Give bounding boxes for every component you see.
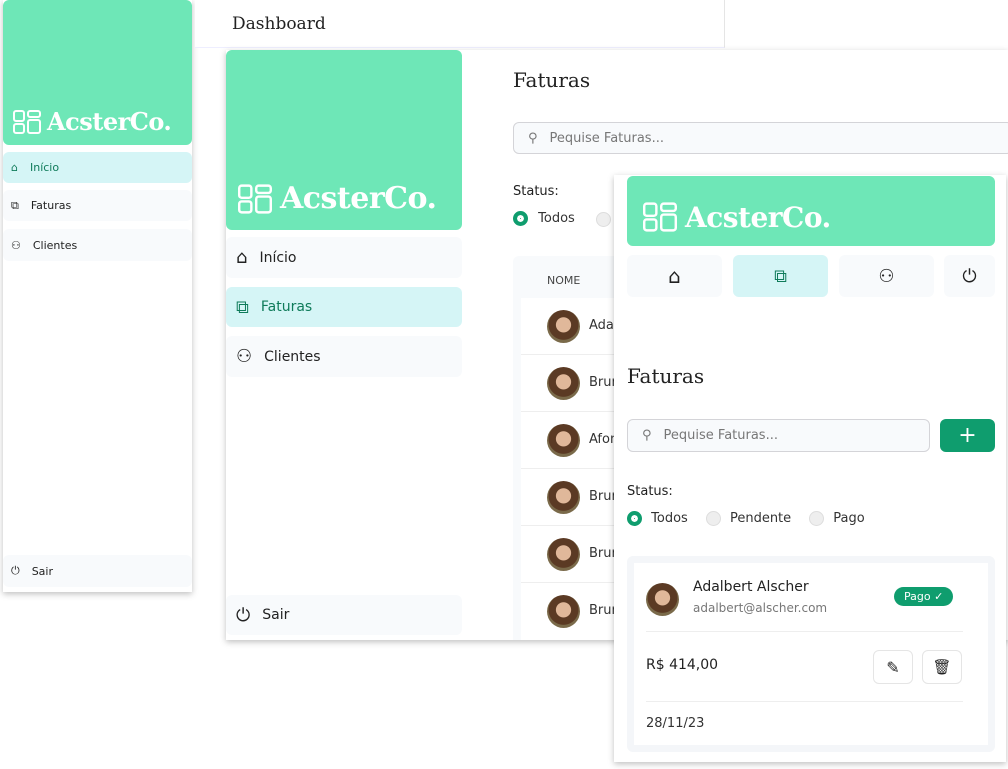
table-row[interactable]: Bruna: [521, 355, 628, 412]
check-icon: ✓: [934, 590, 944, 603]
client-name: Adalbert Alscher: [693, 579, 809, 595]
documents-icon: ⧉: [236, 296, 249, 318]
radio-icon: [627, 511, 642, 526]
documents-icon: ⧉: [11, 198, 19, 212]
nav-clientes-button[interactable]: ⚇: [839, 255, 934, 297]
radio-icon: [513, 211, 528, 226]
radio-icon: [809, 511, 825, 526]
nav-faturas-button[interactable]: ⧉: [733, 255, 828, 297]
status-radio-pendente[interactable]: Pendente: [705, 511, 791, 526]
plus-icon: +: [958, 423, 977, 448]
users-icon: ⚇: [878, 265, 895, 287]
invoice-card[interactable]: Adalbert Alscher adalbert@alscher.com Pa…: [627, 556, 995, 752]
status-radio-pendente[interactable]: [596, 212, 611, 227]
page-title: Faturas: [513, 68, 591, 92]
logo-icon: [13, 110, 41, 134]
status-radio-pago[interactable]: Pago: [809, 511, 865, 526]
pencil-icon: ✎: [886, 657, 900, 677]
trash-icon: 🗑: [932, 658, 952, 676]
status-badge: Pago ✓: [894, 587, 954, 606]
search-input[interactable]: ⚲ Pequise Faturas...: [627, 419, 930, 452]
sidebar-item-sair[interactable]: ⏻ Sair: [3, 555, 192, 587]
divider: [646, 631, 963, 632]
home-icon: ⌂: [11, 161, 18, 174]
invoice-date: 28/11/23: [646, 716, 705, 731]
add-invoice-button[interactable]: +: [940, 419, 995, 452]
sidebar-item-sair[interactable]: ⏻ Sair: [226, 595, 462, 635]
mobile-panel: AcsterCo. ⌂ ⧉ ⚇ ⏻ Faturas ⚲ Pequise Fatur…: [614, 175, 1006, 762]
status-radio-todos[interactable]: Todos: [627, 511, 688, 526]
table-row[interactable]: Bruna: [521, 583, 628, 640]
sidebar-item-faturas[interactable]: ⧉ Faturas: [226, 287, 462, 327]
status-label: Status:: [513, 184, 559, 199]
documents-icon: ⧉: [774, 265, 787, 287]
header-title: Dashboard: [232, 14, 326, 34]
delete-button[interactable]: 🗑: [922, 650, 962, 684]
client-email: adalbert@alscher.com: [693, 601, 828, 615]
logo-icon: [643, 202, 677, 232]
sidebar-item-clientes[interactable]: ⚇ Clientes: [226, 336, 462, 377]
nav-sair-button[interactable]: ⏻: [944, 255, 995, 297]
logo-icon: [238, 184, 272, 214]
divider: [646, 701, 963, 702]
status-radio-todos[interactable]: Todos: [513, 211, 575, 226]
avatar: [547, 367, 580, 400]
avatar: [547, 595, 580, 628]
search-icon: ⚲: [642, 428, 652, 443]
header-bar: Dashboard: [195, 0, 725, 48]
brand-logo: AcsterCo.: [3, 0, 192, 145]
sidebar-item-faturas[interactable]: ⧉ Faturas: [3, 190, 192, 221]
users-icon: ⚇: [11, 238, 21, 252]
search-icon: ⚲: [528, 130, 538, 146]
column-header-nome: NOME: [547, 274, 581, 287]
home-icon: ⌂: [668, 264, 681, 288]
edit-button[interactable]: ✎: [873, 650, 913, 684]
radio-icon: [705, 511, 721, 526]
brand-logo: AcsterCo.: [226, 50, 462, 230]
invoice-amount: R$ 414,00: [646, 657, 719, 673]
avatar: [547, 310, 580, 343]
avatar: [547, 424, 580, 457]
sidebar-item-inicio[interactable]: ⌂ Início: [3, 152, 192, 183]
table-row[interactable]: Afonso: [521, 412, 633, 469]
page-title: Faturas: [627, 364, 705, 388]
users-icon: ⚇: [236, 346, 253, 367]
table-row[interactable]: Bruna: [521, 526, 628, 583]
table-row[interactable]: Adalbert: [521, 298, 644, 355]
sidebar-item-inicio[interactable]: ⌂ Início: [226, 237, 462, 278]
home-icon: ⌂: [236, 247, 248, 268]
sidebar-item-clientes[interactable]: ⚇ Clientes: [3, 229, 192, 261]
status-radio-group: Todos Pendente Pago: [627, 511, 865, 526]
power-icon: ⏻: [236, 604, 251, 626]
power-icon: ⏻: [962, 265, 977, 287]
brand-logo: AcsterCo.: [627, 176, 995, 246]
avatar: [646, 583, 679, 616]
avatar: [547, 481, 580, 514]
power-icon: ⏻: [11, 564, 20, 577]
sidebar-panel-small: AcsterCo. ⌂ Início ⧉ Faturas ⚇ Clientes ⏻ Sa…: [3, 0, 192, 592]
table-row[interactable]: Bruna: [521, 469, 628, 526]
nav-inicio-button[interactable]: ⌂: [627, 255, 722, 297]
avatar: [547, 538, 580, 571]
status-label: Status:: [627, 484, 673, 499]
search-input[interactable]: ⚲ Pequise Faturas...: [513, 122, 1008, 154]
